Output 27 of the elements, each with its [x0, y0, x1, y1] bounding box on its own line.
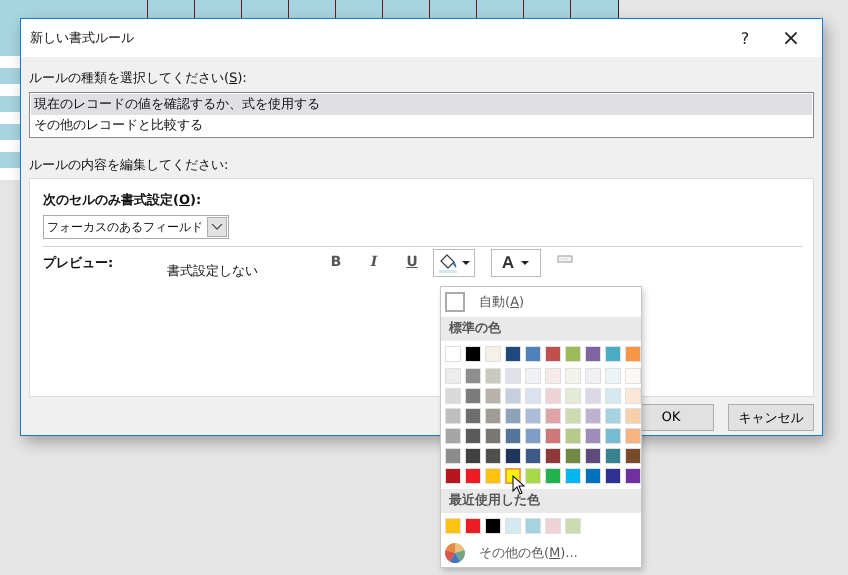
condition-label: 次のセルのみ書式設定(O):	[43, 192, 202, 209]
more-colors-item[interactable]: その他の色(M)...	[441, 539, 641, 567]
mouse-pointer-icon	[512, 475, 526, 495]
help-button[interactable]: ?	[722, 19, 768, 57]
chevron-down-icon	[207, 217, 227, 237]
section-heading: 最近使用した色	[441, 489, 641, 513]
underline-button[interactable]: U	[393, 254, 431, 270]
font-color-button[interactable]: A	[491, 249, 541, 277]
window-title: 新しい書式ルール	[29, 30, 135, 47]
automatic-swatch-icon	[445, 292, 465, 312]
preview-text: 書式設定しない	[167, 263, 259, 280]
dialog-button[interactable]: キャンセル	[728, 404, 814, 431]
italic-button[interactable]: I	[355, 254, 393, 270]
bold-button[interactable]: B	[317, 254, 355, 270]
automatic-color-item[interactable]: 自動(A)	[441, 287, 641, 317]
rule-type-item[interactable]: その他のレコードと比較する	[31, 115, 812, 136]
fill-color-button[interactable]	[433, 249, 475, 277]
close-button[interactable]: ×	[768, 19, 814, 57]
edit-rule-label: ルールの内容を編集してください:	[29, 157, 230, 172]
condition-dropdown[interactable]: フォーカスのあるフィールド	[43, 215, 229, 239]
preview-label: プレビュー:	[43, 254, 114, 272]
color-wheel-icon	[445, 543, 465, 563]
rule-type-item[interactable]: 現在のレコードの値を確認するか、式を使用する	[31, 94, 812, 115]
rule-type-label: ルールの種類を選択してください(S):	[29, 70, 248, 85]
border-icon[interactable]	[557, 254, 573, 264]
caret-icon	[520, 260, 530, 266]
section-heading: 標準の色	[441, 317, 641, 341]
